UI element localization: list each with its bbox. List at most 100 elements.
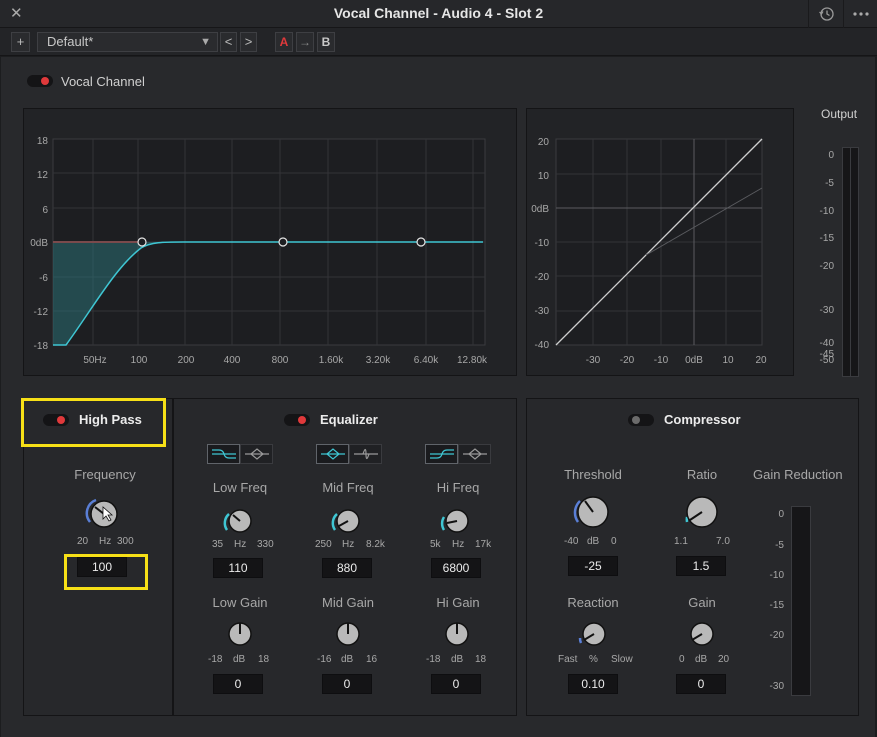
comp-y-tick: -10 [534,238,549,249]
mid-notch-button[interactable] [349,444,382,464]
low-freq-min: 35 [212,539,224,550]
output-tick: -10 [819,206,834,217]
low-gain-max: 18 [258,654,270,665]
eq-y-tick: -6 [39,273,48,284]
low-bell-button[interactable] [240,444,273,464]
low-freq-value[interactable]: 110 [213,558,263,578]
hi-shelf-button[interactable] [425,444,458,464]
threshold-min: -40 [564,536,579,547]
a-button[interactable]: A [275,32,293,52]
bell-icon [463,448,487,460]
hi-gain-min: -18 [426,654,441,665]
low-band-filter-type [207,444,273,464]
output-label: Output [821,107,858,121]
hi-gain-value[interactable]: 0 [431,674,481,694]
compressor-transfer-graph [555,138,763,346]
comp-x-tick: 10 [722,355,734,366]
reaction-knob[interactable] [574,618,614,652]
mid-gain-value[interactable]: 0 [322,674,372,694]
frequency-highlight [64,554,148,590]
low-gain-value[interactable]: 0 [213,674,263,694]
vocal-channel-toggle[interactable] [27,75,53,87]
comp-y-tick: -30 [534,306,549,317]
gain-reduction-label: Gain Reduction [753,467,843,482]
gr-tick: -5 [775,540,784,551]
comp-x-tick: 0dB [685,355,703,366]
mid-freq-max: 8.2k [366,539,385,550]
comp-y-tick: 0dB [531,204,549,215]
ratio-knob[interactable] [679,492,725,534]
low-gain-knob[interactable] [220,618,260,652]
preset-dropdown[interactable]: Default* ▼ [37,32,218,52]
comp-y-tick: 20 [537,137,549,148]
reaction-label: Reaction [567,595,619,610]
history-button[interactable] [808,0,844,28]
hi-band-filter-type [425,444,491,464]
mid-freq-knob[interactable] [328,505,368,539]
comp-x-tick: -30 [585,355,601,366]
mid-gain-knob[interactable] [328,618,368,652]
eq-response-graph [52,138,486,346]
eq-node-high-pass[interactable] [137,237,147,247]
eq-x-tick: 400 [223,355,241,366]
notch-icon [354,448,378,460]
gr-tick: -15 [769,600,784,611]
threshold-unit: dB [587,536,600,547]
hi-freq-value[interactable]: 6800 [431,558,481,578]
preset-value: Default* [47,34,94,49]
more-icon [853,12,869,16]
window-title: Vocal Channel - Audio 4 - Slot 2 [333,5,544,21]
comp-y-tick: 10 [537,171,549,182]
equalizer-title: Equalizer [320,412,378,427]
gain-knob[interactable] [682,618,722,652]
comp-y-tick: -20 [534,272,549,283]
reaction-value[interactable]: 0.10 [568,674,618,694]
hi-freq-unit: Hz [452,539,465,550]
mid-bell-button[interactable] [316,444,349,464]
output-meter [842,147,859,377]
eq-node-hi[interactable] [416,237,426,247]
reaction-unit: % [589,654,598,665]
reaction-min: Fast [558,654,578,665]
ratio-value[interactable]: 1.5 [676,556,726,576]
compressor-toggle[interactable] [628,414,654,426]
high-shelf-icon [430,449,454,459]
add-preset-button[interactable]: + [11,32,30,52]
comp-x-tick: -20 [619,355,635,366]
threshold-value[interactable]: -25 [568,556,618,576]
mid-freq-min: 250 [315,539,332,550]
equalizer-toggle[interactable] [284,414,310,426]
threshold-knob[interactable] [570,492,616,534]
b-button[interactable]: B [317,32,335,52]
low-freq-knob[interactable] [220,505,260,539]
copy-a-to-b-button[interactable]: → [296,32,314,52]
frequency-label: Frequency [74,467,136,482]
hi-bell-button[interactable] [458,444,491,464]
mid-gain-unit: dB [341,654,354,665]
gr-tick: -30 [769,681,784,692]
comp-x-tick: -10 [653,355,669,366]
gain-unit: dB [695,654,708,665]
frequency-unit: Hz [99,536,112,547]
eq-x-tick: 50Hz [83,355,107,366]
comp-y-tick: -40 [534,340,549,351]
eq-y-tick: 6 [42,205,48,216]
frequency-knob[interactable] [82,495,126,535]
gr-tick: 0 [778,509,784,520]
bell-icon [245,448,269,460]
prev-preset-button[interactable]: < [220,32,237,52]
output-tick: 0 [828,150,834,161]
eq-node-mid[interactable] [278,237,288,247]
hi-gain-knob[interactable] [437,618,477,652]
more-options-button[interactable] [843,0,877,28]
hi-freq-knob[interactable] [437,505,477,539]
gr-tick: -20 [769,630,784,641]
next-preset-button[interactable]: > [240,32,257,52]
low-shelf-button[interactable] [207,444,240,464]
low-freq-label: Low Freq [212,480,268,495]
mid-gain-label: Mid Gain [321,595,375,610]
frequency-min: 20 [77,536,89,547]
gain-value[interactable]: 0 [676,674,726,694]
mid-freq-value[interactable]: 880 [322,558,372,578]
output-tick: -40 [819,338,834,349]
